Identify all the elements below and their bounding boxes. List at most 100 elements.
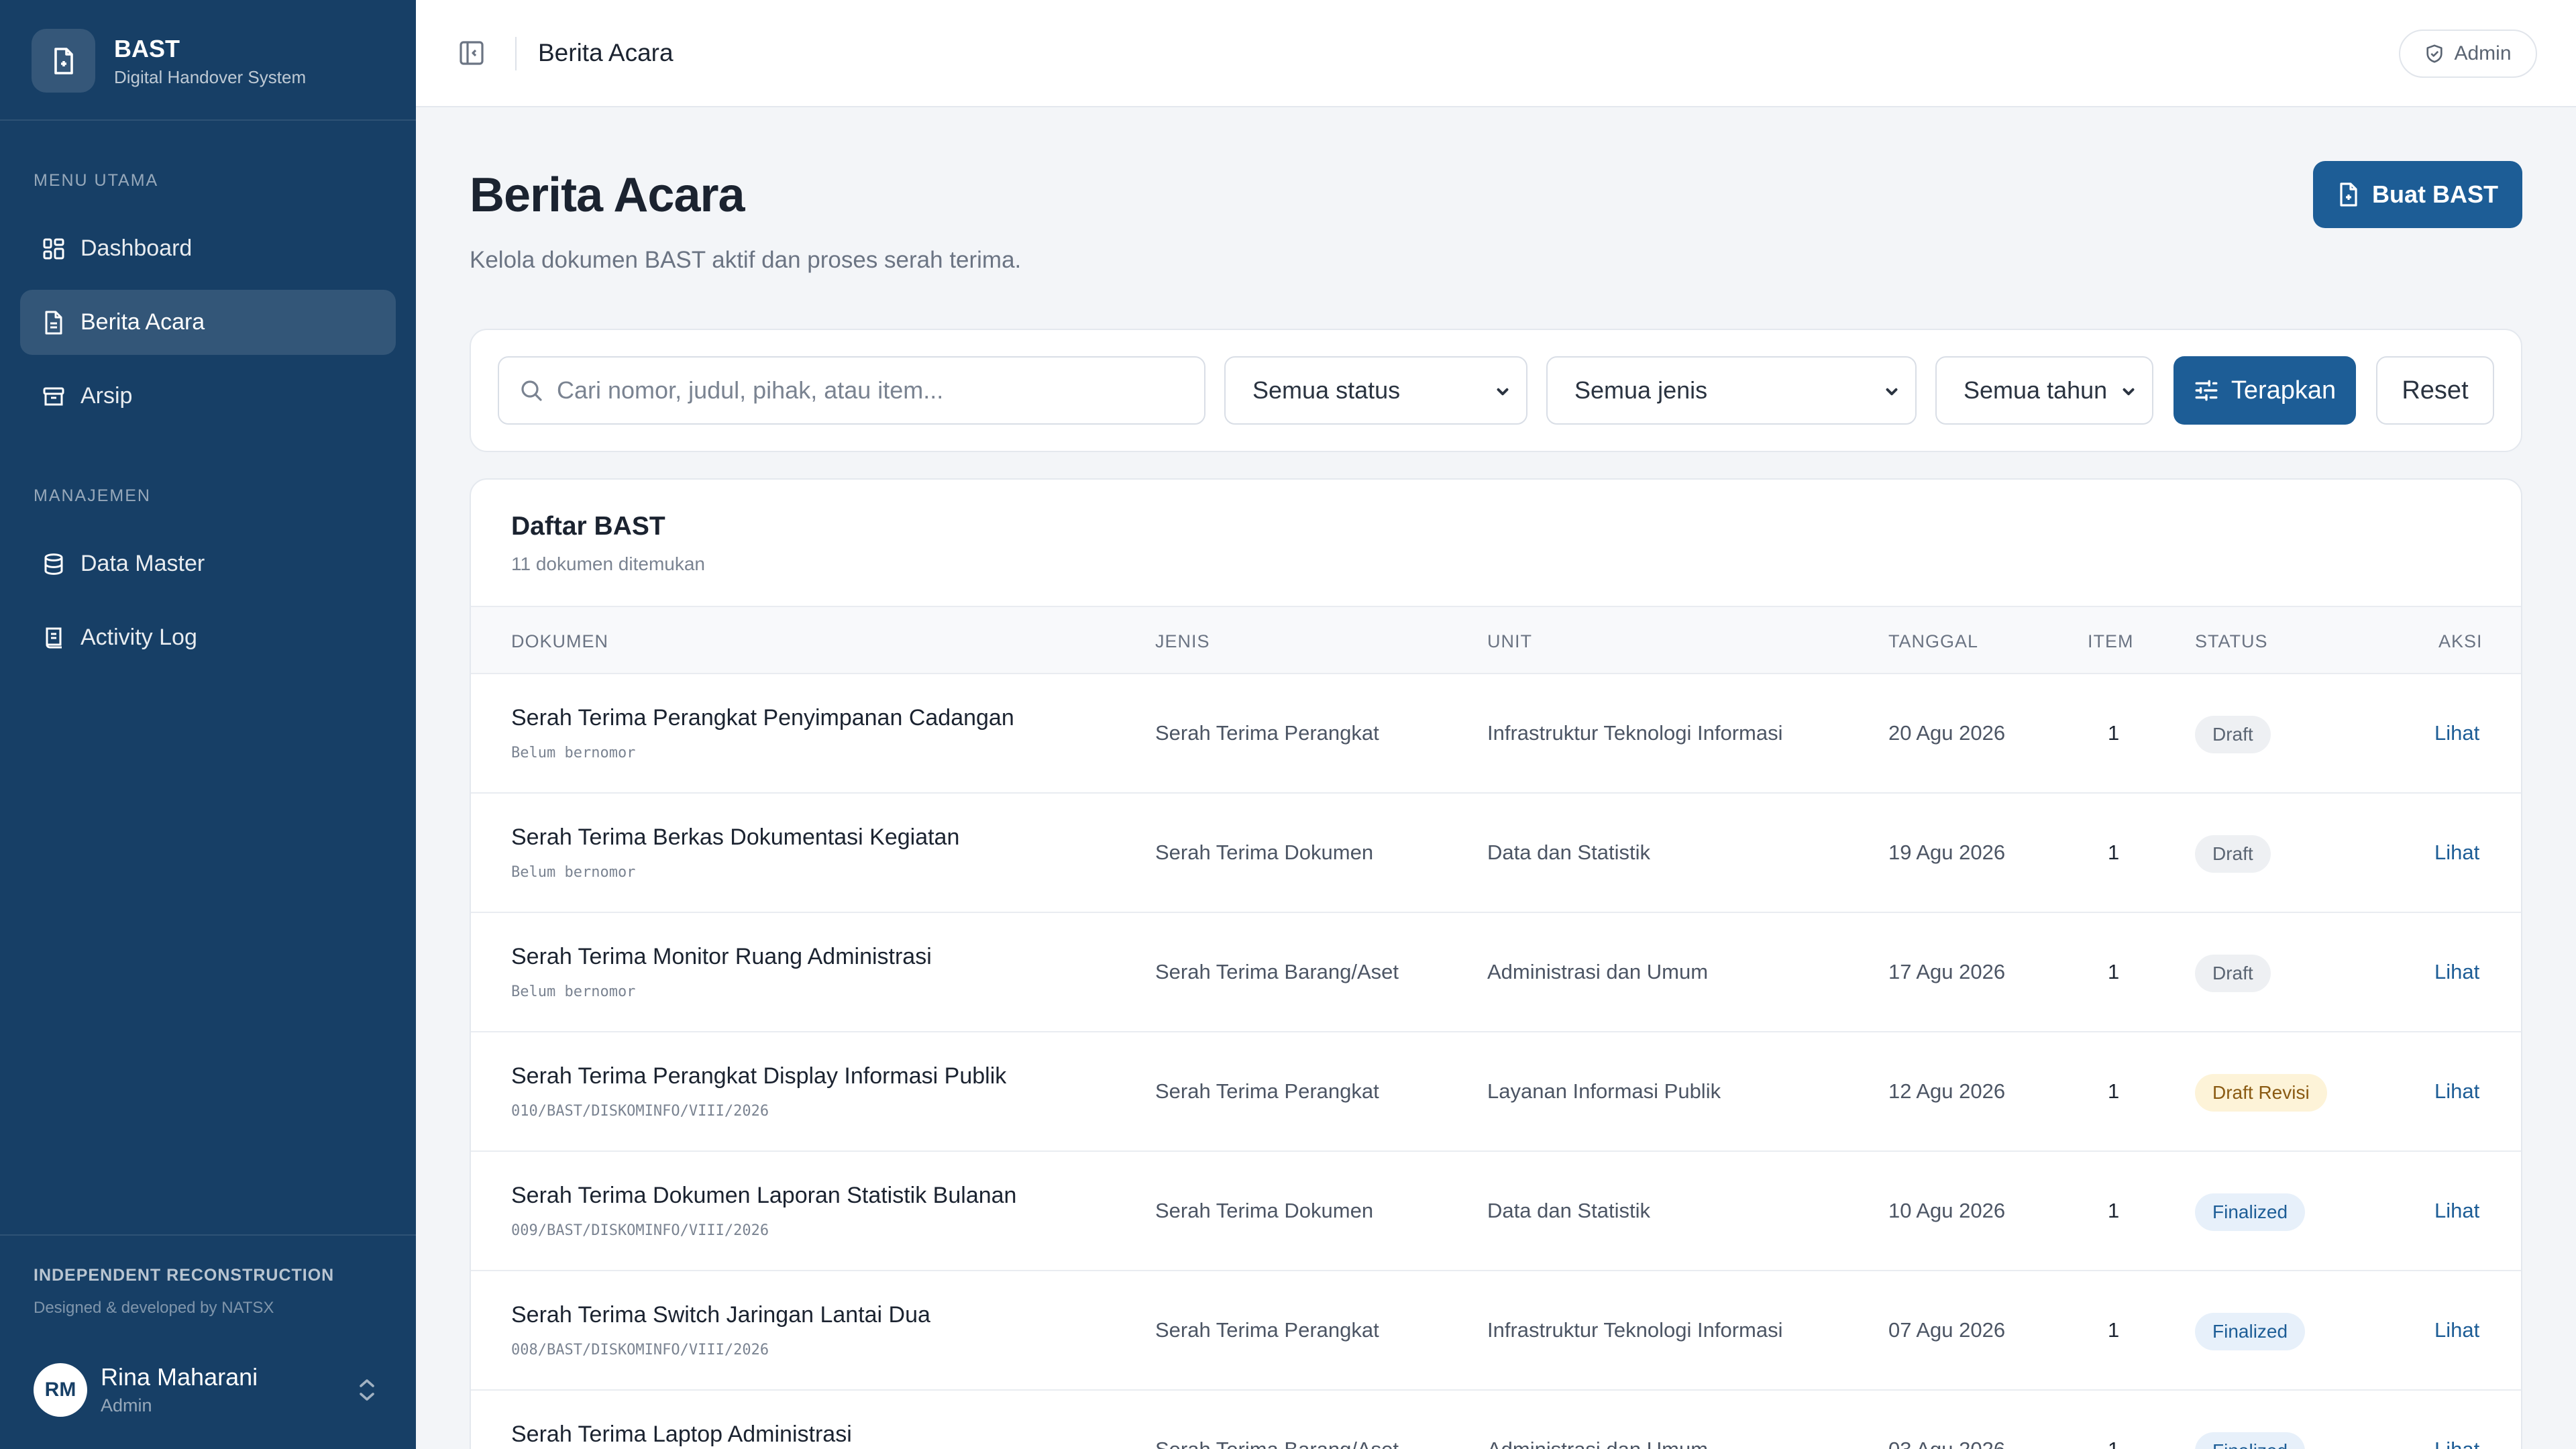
apply-filter-button[interactable]: Terapkan xyxy=(2174,356,2356,425)
chevron-up-down-icon[interactable] xyxy=(356,1377,378,1403)
column-header-unit: UNIT xyxy=(1487,631,1532,651)
sidebar-item-dashboard[interactable]: Dashboard xyxy=(20,216,396,281)
document-title[interactable]: Serah Terima Berkas Dokumentasi Kegiatan xyxy=(511,824,959,851)
view-link[interactable]: Lihat xyxy=(2434,1079,2479,1104)
table-row[interactable]: Serah Terima Perangkat Display Informasi… xyxy=(471,1032,2521,1152)
document-title[interactable]: Serah Terima Perangkat Penyimpanan Cadan… xyxy=(511,705,1014,731)
dashboard-icon xyxy=(40,235,67,262)
chevron-down-icon xyxy=(1497,388,1509,396)
item-count: 1 xyxy=(2108,1438,2119,1449)
document-unit: Data dan Statistik xyxy=(1487,841,1650,864)
status-select[interactable]: Semua status xyxy=(1224,356,1527,425)
reset-filter-button[interactable]: Reset xyxy=(2376,356,2494,425)
table-row[interactable]: Serah Terima Switch Jaringan Lantai Dua 0… xyxy=(471,1271,2521,1391)
document-type: Serah Terima Perangkat xyxy=(1155,1318,1379,1342)
table-row[interactable]: Serah Terima Berkas Dokumentasi Kegiatan… xyxy=(471,794,2521,913)
brand: BAST Digital Handover System xyxy=(0,0,416,121)
apply-filter-label: Terapkan xyxy=(2231,376,2337,405)
avatar[interactable]: RM xyxy=(34,1363,87,1417)
column-header-status: STATUS xyxy=(2195,631,2268,651)
archive-icon xyxy=(40,383,67,410)
document-unit: Data dan Statistik xyxy=(1487,1199,1650,1222)
role-badge-label: Admin xyxy=(2454,42,2512,64)
document-date: 12 Agu 2026 xyxy=(1888,1079,2006,1103)
document-unit: Administrasi dan Umum xyxy=(1487,960,1709,983)
brand-logo-icon[interactable] xyxy=(32,29,95,93)
chevron-down-icon xyxy=(2123,388,2135,396)
brand-title: BAST xyxy=(114,35,180,62)
document-number: 008/BAST/DISKOMINFO/VIII/2026 xyxy=(511,1342,769,1358)
section-label-manajemen: MANAJEMEN xyxy=(34,486,151,505)
search-placeholder: Cari nomor, judul, pihak, atau item... xyxy=(557,376,944,404)
sidebar: BAST Digital Handover System MENU UTAMA … xyxy=(0,0,416,1449)
sidebar-item-arsip[interactable]: Arsip xyxy=(20,364,396,429)
document-type: Serah Terima Barang/Aset xyxy=(1155,960,1399,983)
view-link[interactable]: Lihat xyxy=(2434,1199,2479,1223)
status-badge: Finalized xyxy=(2195,1193,2306,1231)
bast-table-card: Daftar BAST 11 dokumen ditemukan DOKUMEN… xyxy=(470,478,2522,1449)
file-plus-icon xyxy=(2340,182,2357,207)
sidebar-item-berita-acara[interactable]: Berita Acara xyxy=(20,290,396,355)
column-header-jenis: JENIS xyxy=(1155,631,1210,651)
sidebar-item-label: Arsip xyxy=(80,383,133,409)
document-date: 03 Agu 2026 xyxy=(1888,1438,2005,1449)
status-badge: Draft xyxy=(2195,835,2271,873)
table-row[interactable]: Serah Terima Laptop Administrasi Serah Te… xyxy=(471,1391,2521,1449)
search-icon xyxy=(521,380,542,401)
sliders-icon xyxy=(2195,380,2218,401)
user-name[interactable]: Rina Maharani xyxy=(101,1363,258,1391)
footer-title: INDEPENDENT RECONSTRUCTION xyxy=(34,1266,335,1285)
view-link[interactable]: Lihat xyxy=(2434,721,2479,745)
view-link[interactable]: Lihat xyxy=(2434,960,2479,984)
shield-check-icon xyxy=(2426,44,2443,63)
table-row[interactable]: Serah Terima Perangkat Penyimpanan Cadan… xyxy=(471,674,2521,794)
document-date: 10 Agu 2026 xyxy=(1888,1199,2006,1222)
topbar-title: Berita Acara xyxy=(538,39,674,66)
table-title: Daftar BAST xyxy=(511,512,665,541)
page-title: Berita Acara xyxy=(470,168,745,222)
document-title[interactable]: Serah Terima Perangkat Display Informasi… xyxy=(511,1063,1006,1089)
view-link[interactable]: Lihat xyxy=(2434,841,2479,865)
role-badge[interactable]: Admin xyxy=(2399,30,2537,78)
document-date: 17 Agu 2026 xyxy=(1888,960,2006,983)
type-select[interactable]: Semua jenis xyxy=(1546,356,1917,425)
document-number: Belum bernomor xyxy=(511,983,636,1000)
table-header: DOKUMEN JENIS UNIT TANGGAL ITEM STATUS A… xyxy=(471,606,2521,674)
sidebar-item-label: Data Master xyxy=(80,551,205,576)
database-icon xyxy=(40,551,67,578)
document-icon xyxy=(40,309,67,336)
view-link[interactable]: Lihat xyxy=(2434,1438,2479,1449)
type-select-value: Semua jenis xyxy=(1574,376,1708,404)
status-select-value: Semua status xyxy=(1252,376,1401,404)
table-row[interactable]: Serah Terima Monitor Ruang Administrasi B… xyxy=(471,913,2521,1032)
sidebar-item-data-master[interactable]: Data Master xyxy=(20,531,396,596)
document-number: Belum bernomor xyxy=(511,745,636,761)
sidebar-item-activity-log[interactable]: Activity Log xyxy=(20,605,396,670)
table-row[interactable]: Serah Terima Dokumen Laporan Statistik B… xyxy=(471,1152,2521,1271)
year-select-value: Semua tahun xyxy=(1964,376,2108,404)
sidebar-toggle-icon[interactable] xyxy=(458,40,485,66)
item-count: 1 xyxy=(2108,1318,2120,1342)
status-badge: Draft xyxy=(2195,955,2271,992)
document-title[interactable]: Serah Terima Monitor Ruang Administrasi xyxy=(511,944,932,970)
document-title[interactable]: Serah Terima Switch Jaringan Lantai Dua xyxy=(511,1302,930,1328)
document-title[interactable]: Serah Terima Laptop Administrasi xyxy=(511,1421,852,1448)
document-type: Serah Terima Dokumen xyxy=(1155,841,1374,864)
sidebar-item-label: Dashboard xyxy=(80,235,193,261)
section-label-menu-utama: MENU UTAMA xyxy=(34,171,159,190)
create-bast-button[interactable]: Buat BAST xyxy=(2313,161,2522,228)
item-count: 1 xyxy=(2108,1199,2120,1222)
document-unit: Infrastruktur Teknologi Informasi xyxy=(1487,1318,1783,1342)
search-input[interactable]: Cari nomor, judul, pihak, atau item... xyxy=(498,356,1205,425)
year-select[interactable]: Semua tahun xyxy=(1935,356,2153,425)
document-title[interactable]: Serah Terima Dokumen Laporan Statistik B… xyxy=(511,1183,1016,1209)
document-date: 07 Agu 2026 xyxy=(1888,1318,2006,1342)
view-link[interactable]: Lihat xyxy=(2434,1318,2479,1342)
brand-subtitle: Digital Handover System xyxy=(114,67,307,87)
item-count: 1 xyxy=(2108,1079,2120,1103)
create-bast-label: Buat BAST xyxy=(2372,180,2498,208)
sidebar-footer: INDEPENDENT RECONSTRUCTION Designed & de… xyxy=(0,1234,416,1449)
page-subtitle: Kelola dokumen BAST aktif dan proses ser… xyxy=(470,247,1022,273)
item-count: 1 xyxy=(2108,721,2120,745)
column-header-tanggal: TANGGAL xyxy=(1888,631,1979,651)
